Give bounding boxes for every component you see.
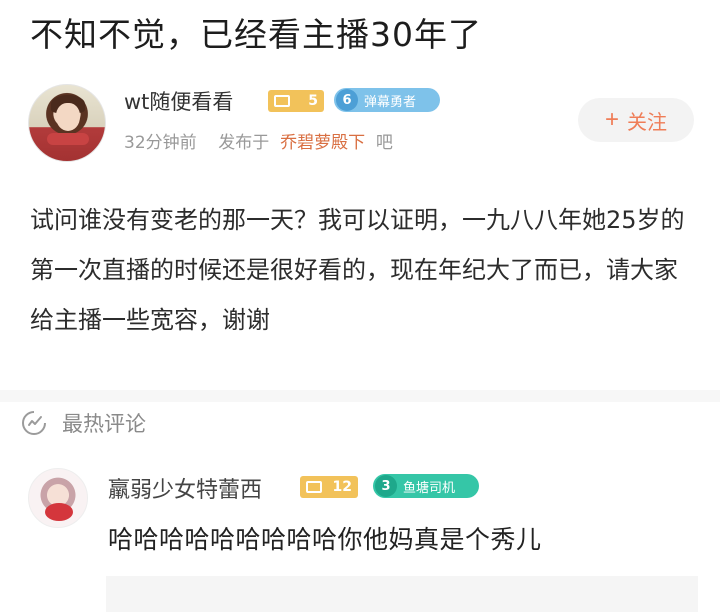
section-divider bbox=[0, 390, 720, 402]
author-level-badge: 5 bbox=[268, 90, 324, 112]
post-title: 不知不觉，已经看主播30年了 bbox=[30, 15, 482, 54]
reply-preview-box[interactable] bbox=[106, 576, 698, 612]
comment-text: 哈哈哈哈哈哈哈哈哈你他妈真是个秀儿 bbox=[108, 525, 542, 554]
hot-comments-header: 最热评论 bbox=[20, 408, 146, 438]
author-title-badge: 6 弹幕勇者 bbox=[334, 88, 440, 112]
commenter-title-badge-text: 鱼塘司机 bbox=[403, 480, 456, 496]
author-title-badge-num: 6 bbox=[336, 89, 358, 111]
plus-icon: + bbox=[604, 106, 619, 133]
commenter-title-badge-num: 3 bbox=[375, 475, 397, 497]
commenter-title-badge: 3 鱼塘司机 bbox=[373, 474, 479, 498]
forum-link[interactable]: 乔碧萝殿下 bbox=[280, 133, 365, 153]
post-meta: 32分钟前 发布于 乔碧萝殿下 吧 bbox=[124, 128, 393, 153]
follow-label: 关注 bbox=[627, 111, 667, 134]
post-body: 试问谁没有变老的那一天？我可以证明，一九八八年她25岁的第一次直播的时候还是很好… bbox=[30, 206, 685, 334]
published-in-label: 发布于 bbox=[218, 133, 270, 153]
hot-comments-label: 最热评论 bbox=[62, 412, 146, 436]
post-time: 32分钟前 bbox=[124, 133, 197, 153]
commenter-level: 12 bbox=[332, 479, 352, 495]
author-level: 5 bbox=[308, 93, 318, 109]
author-title-badge-text: 弹幕勇者 bbox=[364, 94, 417, 110]
author-avatar[interactable] bbox=[28, 84, 106, 162]
level-icon bbox=[274, 95, 290, 107]
hot-comment-icon bbox=[20, 409, 48, 437]
commenter-name[interactable]: 羸弱少女特蕾西 bbox=[108, 472, 262, 504]
follow-button[interactable]: + 关注 bbox=[578, 98, 694, 142]
level-icon bbox=[306, 481, 322, 493]
commenter-avatar[interactable] bbox=[28, 468, 88, 528]
commenter-level-badge: 12 bbox=[300, 476, 358, 498]
author-row: wt随便看看 5 6 弹幕勇者 32分钟前 发布于 乔碧萝殿下 吧 + 关注 bbox=[28, 80, 718, 162]
author-name[interactable]: wt随便看看 bbox=[124, 86, 233, 116]
forum-suffix: 吧 bbox=[375, 133, 393, 153]
